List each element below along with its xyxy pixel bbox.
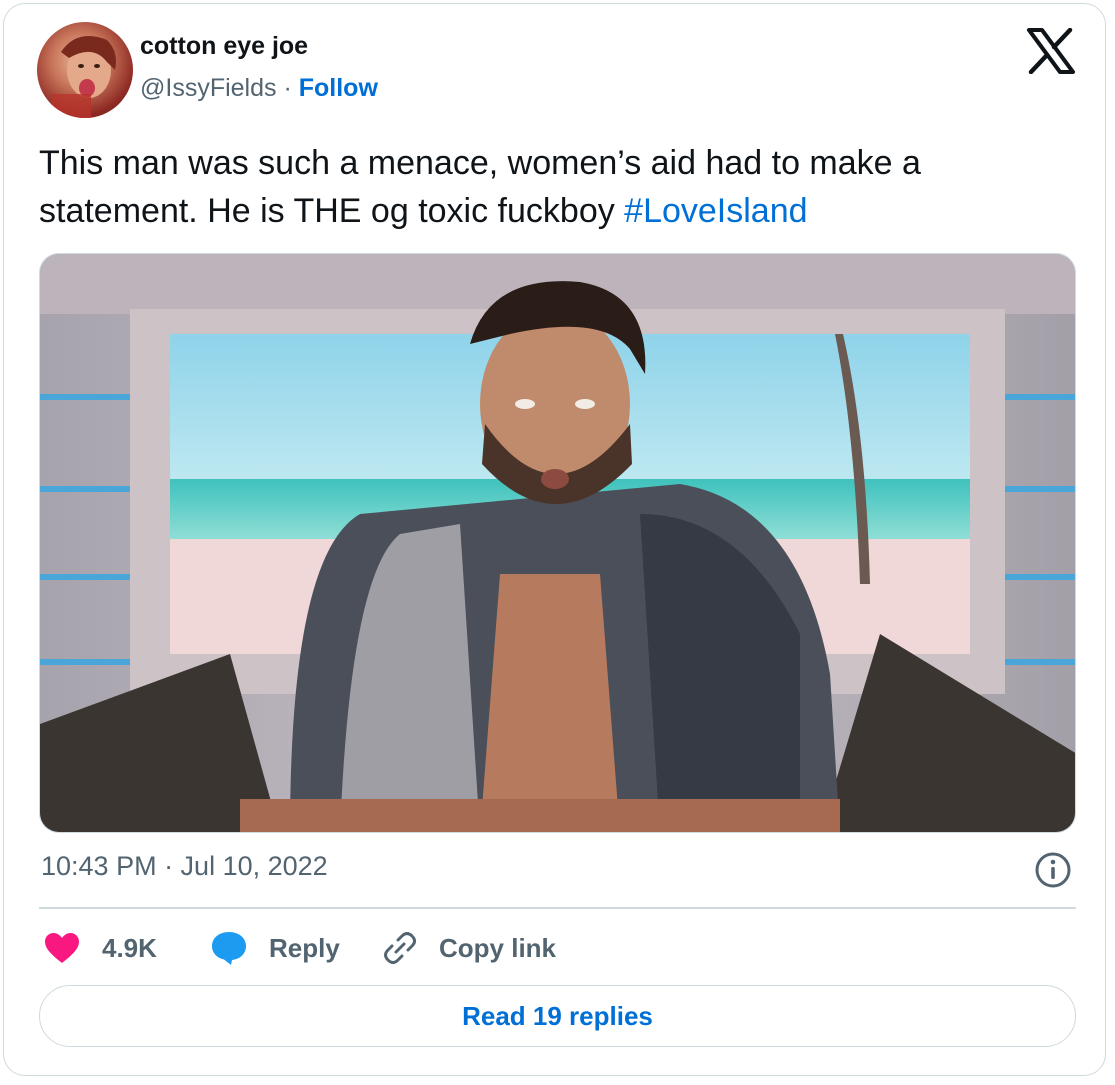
- hashtag-link[interactable]: #LoveIsland: [624, 192, 807, 230]
- separator-dot: ·: [283, 74, 292, 102]
- follow-button[interactable]: Follow: [299, 74, 378, 102]
- copy-link-label: Copy link: [439, 932, 557, 963]
- read-replies-button[interactable]: Read 19 replies: [39, 985, 1076, 1047]
- display-name[interactable]: cotton eye joe: [140, 32, 308, 61]
- tweet-timestamp[interactable]: 10:43 PM · Jul 10, 2022: [41, 851, 328, 882]
- heart-icon: [45, 933, 79, 963]
- link-icon: [384, 932, 416, 964]
- avatar[interactable]: [37, 22, 133, 118]
- tweet-text: This man was such a menace, women’s aid …: [39, 139, 1069, 235]
- reply-button[interactable]: Reply: [211, 928, 340, 968]
- speech-bubble-icon: [212, 932, 246, 965]
- info-icon[interactable]: [1034, 851, 1072, 889]
- like-count: 4.9K: [102, 932, 157, 963]
- copy-link-button[interactable]: Copy link: [383, 928, 556, 968]
- x-logo-icon[interactable]: [1026, 27, 1076, 75]
- reply-label: Reply: [269, 932, 340, 963]
- tweet-media-image[interactable]: [39, 253, 1076, 833]
- like-button[interactable]: 4.9K: [44, 928, 157, 968]
- user-handle[interactable]: @IssyFields: [140, 74, 277, 102]
- divider: [39, 907, 1076, 909]
- handle-row: @IssyFields · Follow: [140, 74, 378, 103]
